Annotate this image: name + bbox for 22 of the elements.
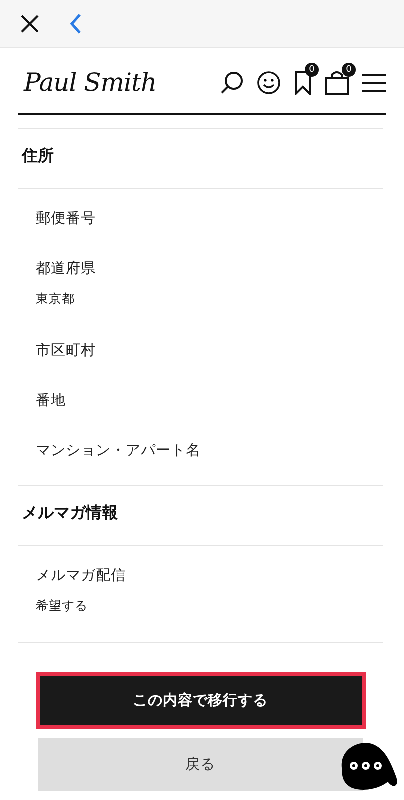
field-label: マンション・アパート名 — [36, 442, 202, 461]
field-label: 都道府県 — [36, 260, 97, 279]
submit-button[interactable]: この内容で移行する — [36, 672, 366, 729]
menu-icon[interactable] — [362, 72, 386, 92]
back-button[interactable]: 戻る — [38, 738, 363, 791]
back-icon[interactable] — [70, 12, 82, 34]
close-icon[interactable] — [20, 14, 40, 34]
field-value: 東京都 — [36, 290, 76, 308]
section-title: 住所 — [18, 129, 383, 189]
shopping-bag-icon[interactable] — [325, 70, 349, 94]
field-label: 番地 — [36, 392, 67, 411]
bookmark-icon[interactable] — [294, 70, 312, 94]
field-label: 郵便番号 — [36, 210, 97, 229]
field-label: メルマガ配信 — [36, 567, 127, 586]
field-value: 希望する — [36, 597, 89, 615]
section-title: メルマガ情報 — [18, 486, 383, 546]
search-icon[interactable] — [220, 70, 244, 94]
field-label: 市区町村 — [36, 342, 97, 361]
count-badge: 0 — [305, 62, 319, 76]
brand-logo[interactable]: Paul Smith — [24, 68, 220, 97]
smiley-icon[interactable] — [257, 70, 281, 94]
count-badge: 0 — [342, 62, 356, 76]
